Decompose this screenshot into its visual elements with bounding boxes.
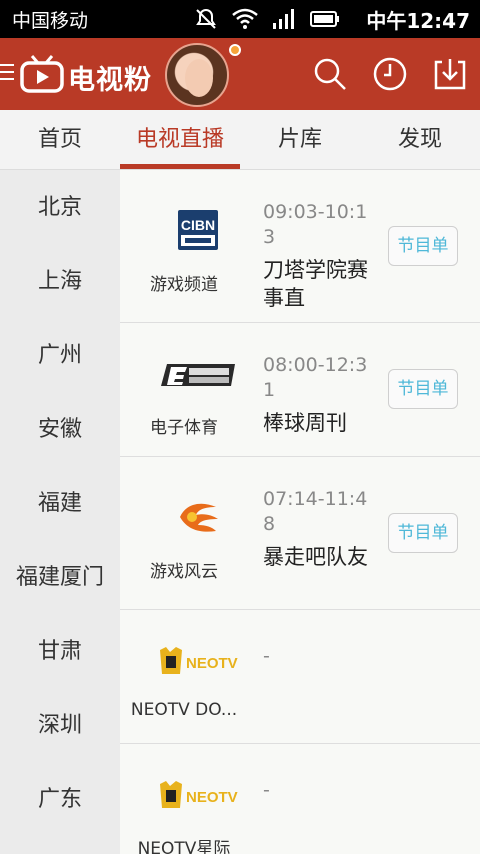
- sidebar-item-shanghai[interactable]: 上海: [0, 263, 120, 295]
- program-time: 08:00-12:31: [263, 354, 368, 401]
- program-time: 09:03-10:13: [263, 201, 368, 248]
- carrier-label: 中国移动: [12, 10, 89, 32]
- tab-discover[interactable]: 发现: [360, 110, 480, 170]
- cibn-logo: CIBN: [150, 208, 246, 252]
- sidebar-item-beijing[interactable]: 北京: [0, 189, 120, 221]
- schedule-button[interactable]: 节目单: [388, 513, 458, 553]
- gamefy-logo: [150, 495, 246, 539]
- app-header: 电视粉: [0, 38, 480, 110]
- channel-row[interactable]: NEOTV NEOTV星际 -: [120, 744, 480, 854]
- channel-row[interactable]: 游戏风云 07:14-11:48 暴走吧队友 节目单: [120, 457, 480, 610]
- history-clock-icon[interactable]: [372, 56, 408, 92]
- notification-badge: [229, 44, 241, 56]
- menu-icon[interactable]: [0, 64, 14, 82]
- channel-name: NEOTV星际: [137, 839, 231, 854]
- neotv-logo: NEOTV: [150, 774, 246, 818]
- program-title: 棒球周刊: [263, 411, 347, 435]
- tab-library[interactable]: 片库: [240, 110, 360, 170]
- avatar[interactable]: [165, 43, 229, 107]
- svg-text:CIBN: CIBN: [181, 217, 215, 233]
- tab-home[interactable]: 首页: [0, 110, 120, 170]
- esports-logo: [150, 353, 246, 397]
- schedule-button[interactable]: 节目单: [388, 226, 458, 266]
- mute-icon: [196, 8, 216, 29]
- channel-name: 电子体育: [150, 418, 218, 438]
- battery-icon: [310, 11, 339, 27]
- tab-tv-live[interactable]: 电视直播: [120, 110, 240, 170]
- program-title: 刀塔学院赛事直: [263, 258, 368, 310]
- channel-name: 游戏频道: [150, 275, 218, 295]
- sidebar-item-shenzhen[interactable]: 深圳: [0, 707, 120, 739]
- clock-label: 中午12:47: [366, 9, 470, 33]
- program-title: 暴走吧队友: [263, 545, 368, 569]
- sidebar-item-guangdong[interactable]: 广东: [0, 781, 120, 813]
- download-icon[interactable]: [432, 56, 468, 92]
- channel-name: NEOTV DO...: [130, 700, 238, 720]
- sidebar-item-fujian-xiamen[interactable]: 福建厦门: [0, 559, 120, 591]
- channel-name: 游戏风云: [150, 562, 218, 582]
- tv-logo-icon: [20, 55, 64, 93]
- sidebar-item-guangzhou[interactable]: 广州: [0, 337, 120, 369]
- svg-text:NEOTV: NEOTV: [186, 789, 238, 806]
- channel-row[interactable]: CIBN 游戏频道 09:03-10:13 刀塔学院赛事直 节目单: [120, 170, 480, 323]
- channel-row[interactable]: NEOTV NEOTV DO... -: [120, 610, 480, 744]
- program-time: -: [263, 779, 270, 801]
- neotv-logo: NEOTV: [150, 640, 246, 684]
- active-tab-indicator: [120, 164, 240, 169]
- status-icons: [194, 6, 340, 32]
- program-time: 07:14-11:48: [263, 488, 368, 535]
- sidebar-item-anhui[interactable]: 安徽: [0, 411, 120, 443]
- app-name: 电视粉: [68, 65, 152, 96]
- sidebar-item-fujian[interactable]: 福建: [0, 485, 120, 517]
- channel-list: CIBN 游戏频道 09:03-10:13 刀塔学院赛事直 节目单 电子体育 0…: [120, 170, 480, 854]
- svg-text:NEOTV: NEOTV: [186, 655, 238, 672]
- search-icon[interactable]: [312, 56, 348, 92]
- status-bar: 中国移动 中午12:47: [0, 0, 480, 38]
- signal-icon: [273, 9, 294, 29]
- schedule-button[interactable]: 节目单: [388, 369, 458, 409]
- sidebar-item-gansu[interactable]: 甘肃: [0, 633, 120, 665]
- program-time: -: [263, 645, 270, 667]
- main-tabs: 首页 电视直播 片库 发现: [0, 110, 480, 170]
- wifi-icon: [232, 8, 258, 29]
- region-sidebar: 北京 上海 广州 安徽 福建 福建厦门 甘肃 深圳 广东: [0, 170, 120, 854]
- channel-row[interactable]: 电子体育 08:00-12:31 棒球周刊 节目单: [120, 323, 480, 457]
